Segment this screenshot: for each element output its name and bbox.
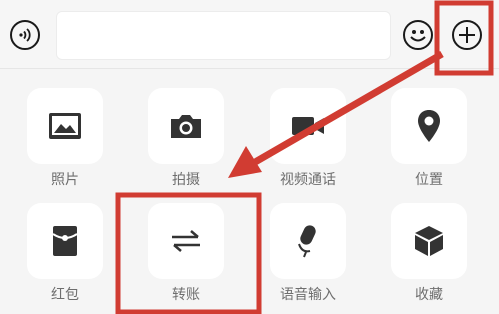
grid-item-red-packet[interactable]: 红包 xyxy=(25,203,105,303)
red-packet-icon xyxy=(52,226,78,256)
location-icon xyxy=(418,110,440,142)
video-call-icon xyxy=(292,117,324,135)
red-packet-tile[interactable] xyxy=(27,203,103,279)
transfer-icon xyxy=(172,230,200,252)
camera-tile[interactable] xyxy=(148,88,224,164)
favorites-tile[interactable] xyxy=(391,203,467,279)
grid-item-transfer[interactable]: 转账 xyxy=(146,203,226,303)
voice-wave-glyph xyxy=(19,28,31,42)
microphone-icon xyxy=(298,225,316,258)
grid-item-location[interactable]: 位置 xyxy=(389,88,469,188)
more-functions-panel: 照片 拍摄 视频通话 位置 红包 转账 语音输入 收藏 xyxy=(0,69,499,314)
video-call-tile[interactable] xyxy=(270,88,346,164)
chat-input-bar xyxy=(0,0,499,69)
grid-item-label: 收藏 xyxy=(415,287,443,303)
grid-item-label: 视频通话 xyxy=(280,172,336,188)
grid-item-label: 照片 xyxy=(51,172,79,188)
grid-item-camera[interactable]: 拍摄 xyxy=(146,88,226,188)
grid-item-label: 位置 xyxy=(415,172,443,188)
plus-icon[interactable] xyxy=(452,20,482,50)
photo-tile[interactable] xyxy=(27,88,103,164)
voice-icon[interactable] xyxy=(10,20,40,50)
location-tile[interactable] xyxy=(391,88,467,164)
grid-item-voice-input[interactable]: 语音输入 xyxy=(268,203,348,303)
photo-icon xyxy=(49,113,81,139)
favorites-icon xyxy=(415,226,443,256)
grid-item-label: 拍摄 xyxy=(172,172,200,188)
voice-input-tile[interactable] xyxy=(270,203,346,279)
message-input[interactable] xyxy=(56,11,391,60)
grid-item-photo[interactable]: 照片 xyxy=(25,88,105,188)
plus-glyph xyxy=(459,27,475,43)
smiley-glyph xyxy=(410,30,426,42)
grid-item-label: 转账 xyxy=(172,287,200,303)
emoji-icon[interactable] xyxy=(403,20,433,50)
grid-item-favorites[interactable]: 收藏 xyxy=(389,203,469,303)
transfer-tile[interactable] xyxy=(148,203,224,279)
grid-item-label: 红包 xyxy=(51,287,79,303)
camera-icon xyxy=(171,115,201,138)
grid-item-label: 语音输入 xyxy=(280,287,336,303)
grid-item-video-call[interactable]: 视频通话 xyxy=(268,88,348,188)
